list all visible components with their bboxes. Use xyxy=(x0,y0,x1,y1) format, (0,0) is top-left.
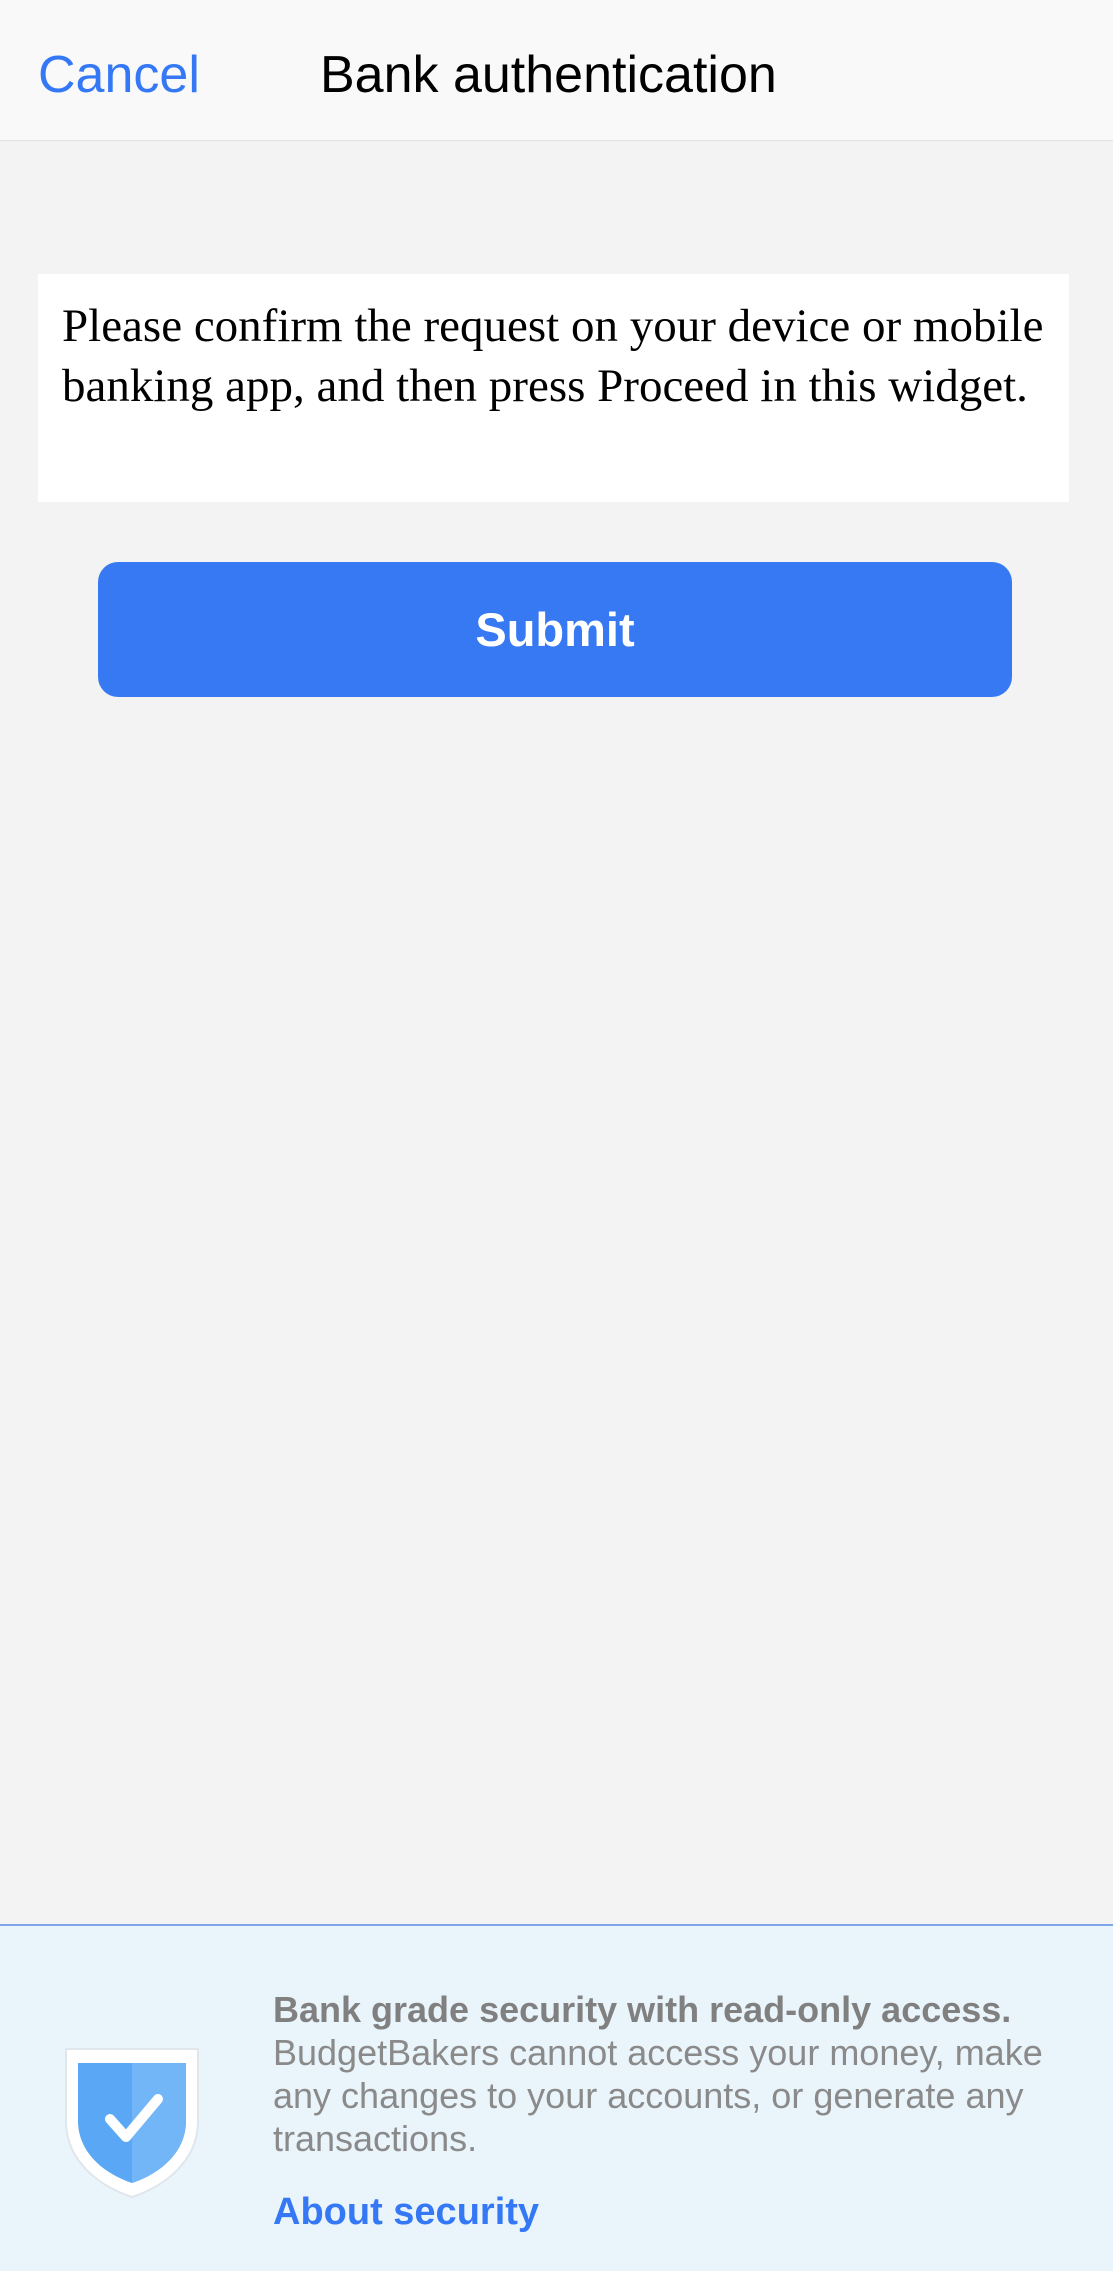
cancel-button[interactable]: Cancel xyxy=(38,40,200,110)
navigation-bar: Cancel Bank authentication xyxy=(0,0,1113,141)
security-body: BudgetBakers cannot access your money, m… xyxy=(273,2032,1043,2159)
instruction-text: Please confirm the request on your devic… xyxy=(62,300,1044,412)
page-title: Bank authentication xyxy=(320,46,777,104)
shield-check-icon xyxy=(65,2048,199,2199)
security-description: Bank grade security with read-only acces… xyxy=(273,1988,1073,2160)
instruction-message-box: Please confirm the request on your devic… xyxy=(38,274,1069,502)
about-security-link[interactable]: About security xyxy=(273,2188,539,2236)
security-heading: Bank grade security with read-only acces… xyxy=(273,1989,1012,2030)
submit-button[interactable]: Submit xyxy=(98,562,1012,697)
security-footer: Bank grade security with read-only acces… xyxy=(0,1924,1113,2271)
